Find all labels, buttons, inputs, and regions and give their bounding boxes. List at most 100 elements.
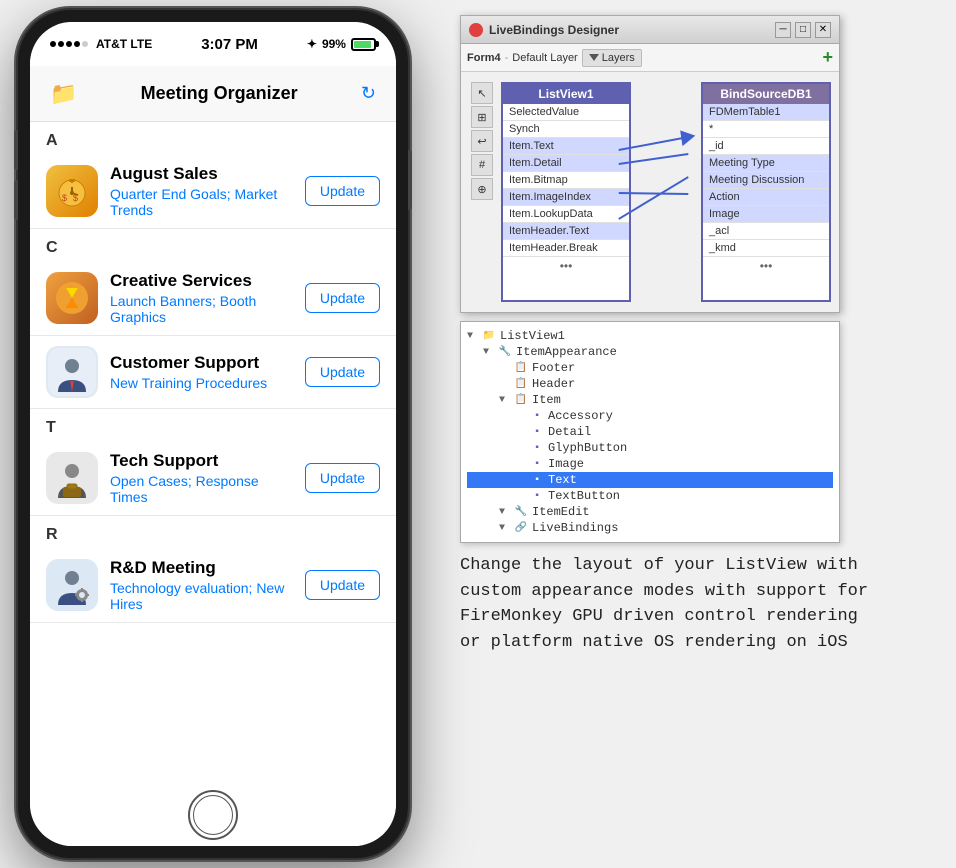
separator: - xyxy=(505,52,509,64)
listview1-folder-icon: 📁 xyxy=(481,329,497,343)
tree-expand-textbutton xyxy=(515,491,529,502)
svg-text:$: $ xyxy=(62,193,67,203)
itemedit-icon: 🔧 xyxy=(513,505,529,519)
battery-icon xyxy=(351,38,376,51)
bindsource-table: BindSourceDB1 FDMemTable1 * _id Meeting … xyxy=(701,82,831,302)
tree-label-glyphbutton: GlyphButton xyxy=(548,441,627,455)
tech-support-icon xyxy=(46,452,98,504)
list-content: A $ $ xyxy=(30,122,396,846)
tree-label-detail: Detail xyxy=(548,425,591,439)
rd-meeting-icon xyxy=(46,559,98,611)
tree-expand-image xyxy=(515,459,529,470)
listview-row-itemheaderbreak: ItemHeader.Break xyxy=(503,240,629,257)
tree-row-footer[interactable]: 📋 Footer xyxy=(467,360,833,376)
august-sales-icon: $ $ xyxy=(46,165,98,217)
bindsource-more: ••• xyxy=(703,257,829,275)
list-item-august-sales: $ $ August Sales Quarter End Goals; Mark… xyxy=(30,154,396,229)
tree-expand-itemappearance[interactable]: ▼ xyxy=(483,347,497,358)
tech-support-content: Tech Support Open Cases; Response Times xyxy=(110,451,293,505)
section-header-t: T xyxy=(30,409,396,441)
tree-expand-listview1[interactable]: ▼ xyxy=(467,331,481,342)
list-item-creative-services: Creative Services Launch Banners; Booth … xyxy=(30,261,396,336)
rd-meeting-update-btn[interactable]: Update xyxy=(305,570,380,600)
designer-toolbar-left: ↖ ⊞ ↩ # ⊕ xyxy=(471,82,493,302)
section-header-r: R xyxy=(30,516,396,548)
designer-canvas: ↖ ⊞ ↩ # ⊕ ListView1 SelectedValue Synch … xyxy=(461,72,839,312)
tree-row-detail[interactable]: ▪ Detail xyxy=(467,424,833,440)
phone-side-button xyxy=(408,150,412,210)
tree-row-header[interactable]: 📋 Header xyxy=(467,376,833,392)
carrier-label: AT&T LTE xyxy=(96,37,152,51)
tech-support-title: Tech Support xyxy=(110,451,293,471)
nav-title: Meeting Organizer xyxy=(141,83,298,104)
august-sales-update-btn[interactable]: Update xyxy=(305,176,380,206)
tool-undo[interactable]: ↩ xyxy=(471,130,493,152)
tree-row-livebindings[interactable]: ▼ 🔗 LiveBindings xyxy=(467,520,833,536)
bindsource-row-image: Image xyxy=(703,206,829,223)
window-title-left: LiveBindings Designer xyxy=(469,23,619,37)
listview-row-itemheadertext: ItemHeader.Text xyxy=(503,223,629,240)
home-button-inner xyxy=(193,795,233,835)
text-icon: ▪ xyxy=(529,473,545,487)
tree-label-livebindings: LiveBindings xyxy=(532,521,618,535)
phone-device: AT&T LTE 3:07 PM ✦ 99% 📁 Meeting Organiz… xyxy=(18,10,408,858)
footer-icon: 📋 xyxy=(513,361,529,375)
tree-row-accessory[interactable]: ▪ Accessory xyxy=(467,408,833,424)
tree-label-textbutton: TextButton xyxy=(548,489,620,503)
tree-label-listview1: ListView1 xyxy=(500,329,565,343)
listview-row-itemlookupdata: Item.LookupData xyxy=(503,206,629,223)
window-title-text: LiveBindings Designer xyxy=(489,23,619,37)
designer-area: LiveBindings Designer ─ □ ✕ Form4 - Defa… xyxy=(460,15,950,645)
tree-row-glyphbutton[interactable]: ▪ GlyphButton xyxy=(467,440,833,456)
glyphbutton-icon: ▪ xyxy=(529,441,545,455)
section-header-c: C xyxy=(30,229,396,261)
listview-row-itemimageindex: Item.ImageIndex xyxy=(503,189,629,206)
minimize-button[interactable]: ─ xyxy=(775,22,791,38)
close-button[interactable]: ✕ xyxy=(815,22,831,38)
battery-percent: 99% xyxy=(322,37,346,51)
home-button[interactable] xyxy=(188,790,238,840)
folder-icon[interactable]: 📁 xyxy=(50,81,77,107)
textbutton-icon: ▪ xyxy=(529,489,545,503)
tree-expand-glyphbutton xyxy=(515,443,529,454)
tool-pointer[interactable]: ↖ xyxy=(471,82,493,104)
layers-btn[interactable]: Layers xyxy=(582,49,642,67)
tree-row-textbutton[interactable]: ▪ TextButton xyxy=(467,488,833,504)
tree-row-text[interactable]: ▪ Text xyxy=(467,472,833,488)
binding-tables: ListView1 SelectedValue Synch Item.Text … xyxy=(501,82,831,302)
status-bar: AT&T LTE 3:07 PM ✦ 99% xyxy=(30,22,396,66)
list-item-customer-support: Customer Support New Training Procedures… xyxy=(30,336,396,409)
layer-label: Default Layer xyxy=(512,52,577,64)
tool-link[interactable]: ⊞ xyxy=(471,106,493,128)
bindsource-row-meetingtype: Meeting Type xyxy=(703,155,829,172)
tree-row-item[interactable]: ▼ 📋 Item xyxy=(467,392,833,408)
tool-grid[interactable]: # xyxy=(471,154,493,176)
phone-vol-up xyxy=(14,130,18,170)
listview-row-itemdetail: Item.Detail xyxy=(503,155,629,172)
bindsource-row-fdmemtable: FDMemTable1 xyxy=(703,104,829,121)
refresh-icon[interactable]: ↻ xyxy=(361,83,376,104)
tree-expand-item[interactable]: ▼ xyxy=(499,395,513,406)
tree-row-listview1[interactable]: ▼ 📁 ListView1 xyxy=(467,328,833,344)
nav-bar: 📁 Meeting Organizer ↻ xyxy=(30,66,396,122)
tree-expand-itemedit[interactable]: ▼ xyxy=(499,507,513,518)
signal-dots xyxy=(50,41,88,47)
customer-support-update-btn[interactable]: Update xyxy=(305,357,380,387)
section-header-a: A xyxy=(30,122,396,154)
bindsource-row-kmd: _kmd xyxy=(703,240,829,257)
tree-row-itemedit[interactable]: ▼ 🔧 ItemEdit xyxy=(467,504,833,520)
tree-row-image[interactable]: ▪ Image xyxy=(467,456,833,472)
tree-row-itemappearance[interactable]: ▼ 🔧 ItemAppearance xyxy=(467,344,833,360)
restore-button[interactable]: □ xyxy=(795,22,811,38)
customer-support-icon xyxy=(46,346,98,398)
tree-expand-header xyxy=(499,379,513,390)
tool-zoom[interactable]: ⊕ xyxy=(471,178,493,200)
creative-services-update-btn[interactable]: Update xyxy=(305,283,380,313)
tree-expand-livebindings[interactable]: ▼ xyxy=(499,523,513,534)
august-sales-detail: Quarter End Goals; Market Trends xyxy=(110,186,293,218)
caption-line-1: Change the layout of your ListView with xyxy=(460,553,950,579)
add-component-btn[interactable]: + xyxy=(822,47,833,68)
tech-support-update-btn[interactable]: Update xyxy=(305,463,380,493)
tree-label-text: Text xyxy=(548,473,577,487)
creative-services-icon xyxy=(46,272,98,324)
